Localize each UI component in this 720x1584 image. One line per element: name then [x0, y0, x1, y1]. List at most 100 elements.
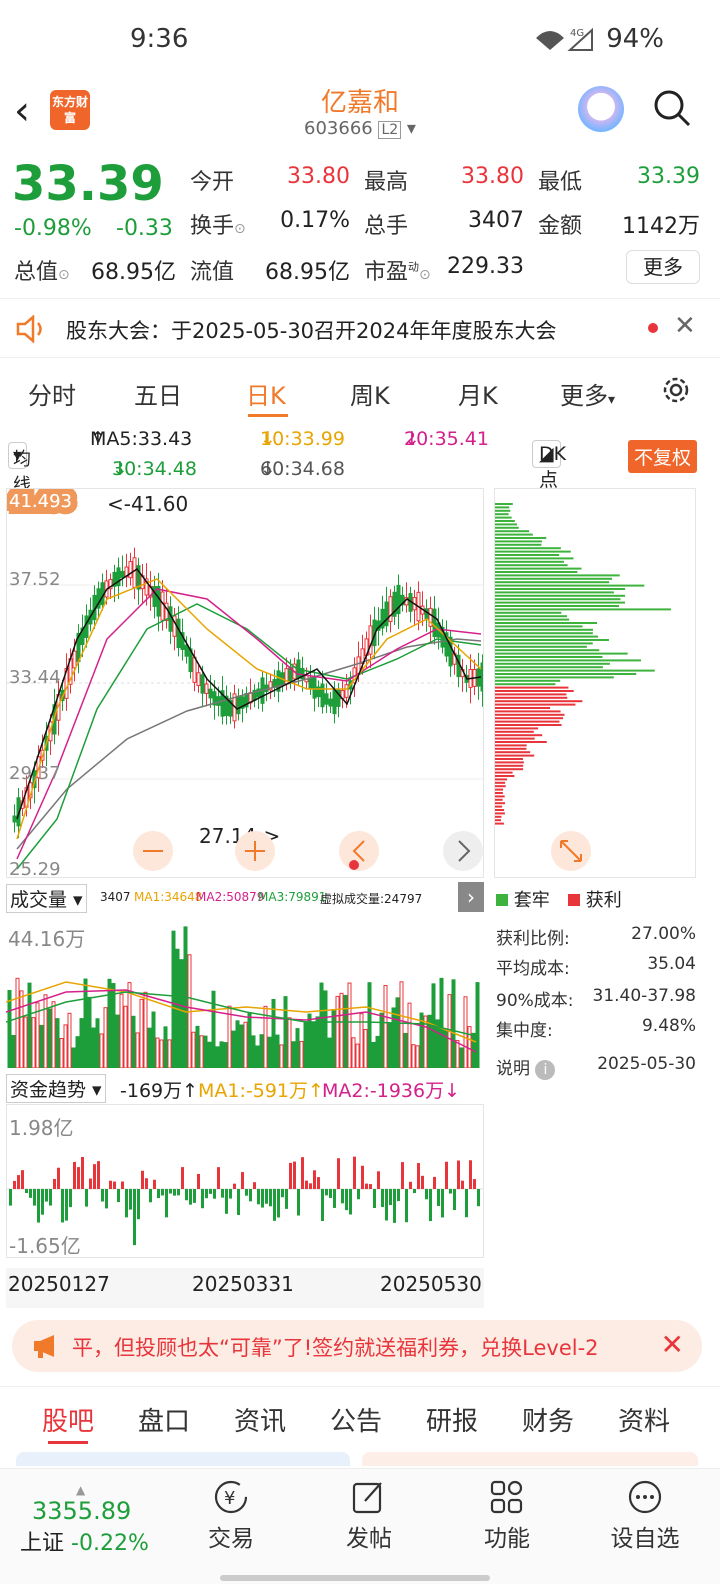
battery-level: 94%: [606, 24, 664, 54]
chip-bar: [495, 737, 535, 740]
last-price: 33.39: [12, 156, 164, 212]
scroll-left-button[interactable]: [339, 831, 379, 871]
close-icon[interactable]: ✕: [674, 311, 696, 341]
volume-bar: [27, 982, 32, 1069]
chevron-right-icon[interactable]: ›: [458, 882, 484, 912]
chip-bar: [495, 635, 599, 638]
chip-bar: [495, 700, 583, 703]
price-axis-label: 29.37: [9, 763, 61, 784]
volume-bar: [327, 1037, 332, 1069]
candle-body: [184, 644, 189, 657]
dk-point-toggle[interactable]: DK点 ◢: [532, 440, 566, 491]
notice-bar[interactable]: 股东大会：于2025-05-30召开2024年年度股东大会 ✕: [0, 298, 720, 358]
volume-bar: [87, 996, 92, 1069]
tab-monthly-k[interactable]: 月K: [458, 376, 498, 411]
chip-bar: [495, 591, 614, 594]
amount-value: 1142万: [622, 214, 700, 239]
chip-bar: [495, 696, 568, 699]
chip-help[interactable]: 说明 i: [496, 1054, 556, 1080]
add-watchlist-button[interactable]: 设自选: [590, 1469, 700, 1553]
volume-bar: [143, 991, 148, 1069]
gear-icon[interactable]: [660, 374, 692, 406]
expand-icon[interactable]: [551, 831, 591, 871]
fund-bar: [393, 1189, 396, 1223]
fund-bar: [261, 1189, 264, 1208]
volume-chart[interactable]: 44.16万: [5, 912, 484, 1069]
candle-body: [368, 625, 373, 655]
ma-selector[interactable]: 均线 ▾: [8, 442, 31, 496]
tab-five-day[interactable]: 五日: [134, 376, 182, 411]
kline-chart[interactable]: 41.493 41.493 37.52 33.44 29.37 25.29 <-…: [2, 484, 485, 880]
candle-body: [160, 591, 165, 621]
index-change: -0.22%: [71, 1531, 149, 1556]
fund-bar: [45, 1189, 48, 1202]
promo-banner[interactable]: 平，但投顾也太“可靠”了!签约就送福利券，兑换Level-2 ✕: [12, 1320, 702, 1372]
volume-bar: [407, 1002, 412, 1069]
cost-90-value: 31.40-37.98: [592, 986, 696, 1006]
volume-bar: [335, 995, 340, 1069]
post-button[interactable]: 发帖: [314, 1469, 424, 1553]
volume-bar: [171, 930, 176, 1069]
price-axis-label: 25.29: [9, 859, 61, 877]
volume-ma3: MA3:79891: [258, 890, 327, 904]
fund-bar: [177, 1189, 180, 1196]
volume-bar: [227, 1005, 232, 1069]
fund-bar: [313, 1170, 316, 1189]
tab-financials[interactable]: 财务: [522, 1401, 574, 1438]
adjust-toggle[interactable]: 不复权: [628, 440, 698, 473]
search-icon[interactable]: [652, 88, 692, 128]
assistant-robot-icon[interactable]: [578, 86, 624, 132]
tab-news[interactable]: 资讯: [234, 1401, 286, 1438]
zoom-out-button[interactable]: [133, 831, 173, 871]
close-icon[interactable]: ✕: [661, 1328, 684, 1361]
fund-bar: [453, 1189, 456, 1211]
chip-bar: [495, 795, 505, 798]
signal-icon: 4G: [536, 27, 593, 51]
price-axis-label: 33.44: [9, 667, 61, 688]
tab-weekly-k[interactable]: 周K: [350, 376, 390, 411]
tab-forum[interactable]: 股吧: [42, 1401, 94, 1438]
volume-selector[interactable]: 成交量 ▾: [6, 884, 87, 913]
chip-bar: [495, 724, 562, 726]
volume-bar: [223, 1042, 228, 1069]
chip-bar: [495, 727, 539, 730]
zoom-in-button[interactable]: [235, 831, 275, 871]
volume-bar: [59, 1037, 64, 1069]
tab-research[interactable]: 研报: [426, 1401, 478, 1438]
fund-selector[interactable]: 资金趋势 ▾: [6, 1074, 106, 1103]
candle-body: [168, 606, 173, 632]
more-button[interactable]: 更多: [626, 250, 700, 284]
svg-text:4G: 4G: [570, 28, 584, 39]
index-ticker[interactable]: ▲ 3355.89 上证 -0.22%: [20, 1483, 180, 1557]
fund-bar: [33, 1189, 36, 1206]
tab-profile[interactable]: 资料: [618, 1401, 670, 1438]
fund-bar: [101, 1189, 104, 1202]
high-label: 最高: [364, 170, 409, 195]
tab-announcements[interactable]: 公告: [330, 1401, 382, 1438]
fund-bar: [73, 1161, 76, 1189]
tab-more[interactable]: 更多▾: [560, 376, 615, 411]
trade-button[interactable]: ¥ 交易: [176, 1469, 286, 1553]
volume-bar: [55, 1018, 60, 1069]
function-button[interactable]: 功能: [452, 1469, 562, 1553]
volume-bar: [127, 982, 132, 1069]
chip-distribution[interactable]: [494, 488, 696, 878]
fund-bar: [217, 1167, 220, 1189]
fund-bar: [349, 1189, 352, 1215]
fund-bar: [93, 1164, 96, 1189]
volume-bar: [47, 1008, 52, 1069]
volume-bar: [51, 1001, 56, 1069]
fund-bar: [333, 1189, 336, 1208]
tab-daily-k[interactable]: 日K: [246, 376, 286, 411]
fund-bar: [89, 1178, 92, 1189]
tab-orderbook[interactable]: 盘口: [138, 1401, 190, 1438]
scroll-right-button[interactable]: [443, 831, 483, 871]
volume-bar: [411, 1044, 416, 1069]
fund-bar: [69, 1189, 72, 1208]
pe-value: 229.33: [447, 254, 524, 279]
tab-minute[interactable]: 分时: [28, 376, 76, 411]
fund-trend-legend: 资金趋势 ▾ -169万↑ MA1:-591万↑ MA2:-1936万↓: [6, 1072, 484, 1103]
volume-bar: [99, 1033, 104, 1069]
status-bar: 9:36 4G 94%: [0, 0, 720, 78]
fund-trend-chart[interactable]: 1.98亿 -1.65亿: [6, 1104, 484, 1258]
